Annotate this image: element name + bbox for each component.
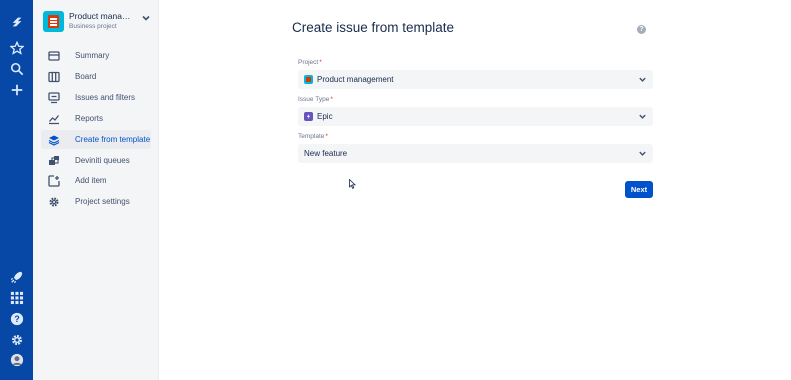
sidebar-item-label: Add item bbox=[75, 176, 107, 185]
issues-icon bbox=[48, 91, 60, 104]
sidebar-item-label: Deviniti queues bbox=[75, 156, 130, 165]
plus-icon[interactable] bbox=[8, 81, 25, 98]
star-icon[interactable] bbox=[8, 39, 25, 56]
jira-logo-icon[interactable] bbox=[8, 13, 25, 30]
help-icon[interactable]: ? bbox=[8, 310, 25, 327]
template-select-value: New feature bbox=[304, 149, 348, 158]
issue-type-field-label: Issue Type* bbox=[298, 96, 333, 103]
project-sidebar: Product manage... Business project Summa… bbox=[33, 0, 159, 380]
issue-type-select-value: Epic bbox=[317, 112, 333, 121]
summary-icon bbox=[48, 50, 60, 62]
global-nav-rail: ? bbox=[0, 0, 33, 380]
chevron-down-icon bbox=[639, 114, 646, 119]
settings-icon[interactable] bbox=[8, 331, 25, 348]
sidebar-item-label: Create from template bbox=[75, 135, 151, 144]
app-grid-icon[interactable] bbox=[8, 289, 25, 306]
sidebar-item-label: Project settings bbox=[75, 197, 130, 206]
gear-icon bbox=[48, 196, 60, 208]
user-avatar[interactable] bbox=[8, 351, 25, 368]
project-name: Product manage... bbox=[69, 11, 135, 21]
issue-type-select[interactable]: Epic bbox=[298, 107, 653, 126]
project-field-label: Project* bbox=[298, 59, 322, 66]
project-avatar-icon bbox=[304, 75, 313, 84]
queues-icon bbox=[48, 155, 60, 167]
sidebar-item-summary[interactable]: Summary bbox=[41, 46, 151, 65]
sidebar-item-label: Summary bbox=[75, 51, 110, 60]
template-select[interactable]: New feature bbox=[298, 144, 653, 163]
page-title: Create issue from template bbox=[292, 20, 455, 35]
board-icon bbox=[48, 71, 60, 83]
template-stack-icon bbox=[48, 134, 60, 146]
epic-icon bbox=[304, 112, 313, 121]
reports-icon bbox=[48, 113, 60, 125]
rocket-icon[interactable] bbox=[8, 268, 25, 285]
project-avatar bbox=[43, 11, 64, 32]
chevron-down-icon[interactable] bbox=[141, 13, 151, 23]
project-select[interactable]: Product management bbox=[298, 70, 653, 89]
sidebar-item-label: Reports bbox=[75, 114, 104, 123]
next-button[interactable]: Next bbox=[625, 181, 653, 198]
sidebar-item-label: Issues and filters bbox=[75, 93, 136, 102]
sidebar-item-deviniti-queues[interactable]: Deviniti queues bbox=[41, 151, 151, 170]
project-type: Business project bbox=[69, 23, 117, 30]
template-field-label: Template* bbox=[298, 133, 328, 140]
project-switcher[interactable]: Product manage... Business project bbox=[43, 11, 155, 37]
mouse-cursor-icon bbox=[349, 179, 356, 189]
search-icon[interactable] bbox=[8, 60, 25, 77]
sidebar-item-label: Board bbox=[75, 72, 97, 81]
chevron-down-icon bbox=[639, 77, 646, 82]
chevron-down-icon bbox=[639, 151, 646, 156]
project-select-value: Product management bbox=[317, 75, 394, 84]
sidebar-item-create-from-template[interactable]: Create from template bbox=[41, 130, 151, 149]
svg-text:?: ? bbox=[14, 314, 19, 324]
add-item-icon bbox=[48, 174, 60, 187]
sidebar-item-reports[interactable]: Reports bbox=[41, 109, 151, 128]
sidebar-item-issues[interactable]: Issues and filters bbox=[41, 88, 151, 107]
help-button[interactable]: ? bbox=[637, 25, 646, 34]
sidebar-item-board[interactable]: Board bbox=[41, 67, 151, 86]
sidebar-item-add-item[interactable]: Add item bbox=[41, 171, 151, 190]
sidebar-item-project-settings[interactable]: Project settings bbox=[41, 192, 151, 211]
